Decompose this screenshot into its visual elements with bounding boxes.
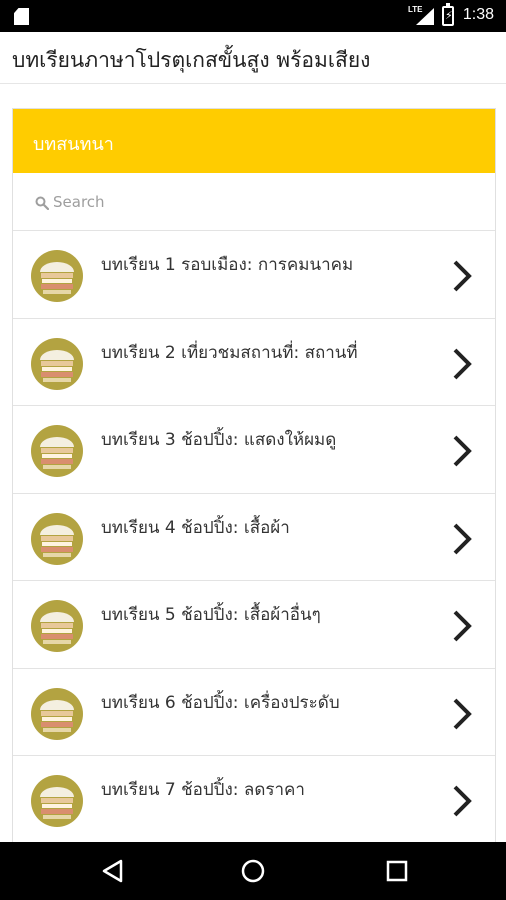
book-icon (31, 775, 83, 827)
chevron-right-icon (451, 784, 473, 818)
home-icon[interactable] (236, 854, 270, 888)
battery-icon: ⚡ (442, 3, 454, 26)
lesson-label: บทเรียน 5 ช้อปปิ้ง: เสื้อผ้าอื่นๆ (101, 605, 321, 625)
book-icon (31, 600, 83, 652)
app-title: บทเรียนภาษาโปรตุเกสขั้นสูง พร้อมเสียง (12, 48, 371, 72)
lesson-label: บทเรียน 4 ช้อปปิ้ง: เสื้อผ้า (101, 517, 290, 538)
card-header: บทสนทนา (13, 109, 495, 173)
lesson-item[interactable]: บทเรียน 6 ช้อปปิ้ง: เครื่องประดับ (13, 669, 495, 756)
chevron-right-icon (451, 259, 473, 293)
search-input[interactable] (53, 190, 453, 214)
chevron-right-icon (451, 434, 473, 468)
lesson-item[interactable]: บทเรียน 1 รอบเมือง: การคมนาคม (13, 231, 495, 319)
lesson-item[interactable]: บทเรียน 4 ช้อปปิ้ง: เสื้อผ้า (13, 494, 495, 581)
lesson-label: บทเรียน 6 ช้อปปิ้ง: เครื่องประดับ (101, 692, 340, 713)
lesson-item[interactable]: บทเรียน 5 ช้อปปิ้ง: เสื้อผ้าอื่นๆ (13, 581, 495, 669)
lesson-card: บทสนทนา บทเรียน 1 รอบเมือง: การคมนาคม บท… (12, 108, 496, 848)
chevron-right-icon (451, 347, 473, 381)
navigation-bar (0, 842, 506, 900)
lesson-label: บทเรียน 1 รอบเมือง: การคมนาคม (101, 255, 354, 275)
lesson-label: บทเรียน 7 ช้อปปิ้ง: ลดราคา (101, 780, 305, 800)
lesson-item[interactable]: บทเรียน 3 ช้อปปิ้ง: แสดงให้ผมดู (13, 406, 495, 494)
chevron-right-icon (451, 522, 473, 556)
back-icon[interactable] (96, 854, 130, 888)
lesson-list: บทเรียน 1 รอบเมือง: การคมนาคม บทเรียน 2 … (13, 231, 495, 844)
recents-icon[interactable] (380, 854, 414, 888)
app-bar: บทเรียนภาษาโปรตุเกสขั้นสูง พร้อมเสียง (0, 32, 506, 84)
book-icon (31, 687, 83, 740)
book-icon (31, 512, 83, 565)
status-time: 1:38 (462, 6, 494, 23)
status-bar: LTE ⚡ 1:38 (0, 0, 506, 32)
lesson-label: บทเรียน 2 เที่ยวชมสถานที่: สถานที่ (101, 342, 358, 363)
search-icon (35, 195, 50, 211)
lesson-label: บทเรียน 3 ช้อปปิ้ง: แสดงให้ผมดู (101, 430, 337, 450)
lesson-item[interactable]: บทเรียน 7 ช้อปปิ้ง: ลดราคา (13, 756, 495, 844)
chevron-right-icon (451, 697, 473, 731)
sd-card-icon (14, 8, 29, 25)
book-icon (31, 250, 83, 302)
lesson-item[interactable]: บทเรียน 2 เที่ยวชมสถานที่: สถานที่ (13, 319, 495, 406)
chevron-right-icon (451, 609, 473, 643)
book-icon (31, 337, 83, 390)
network-type: LTE (408, 5, 423, 14)
book-icon (31, 425, 83, 477)
card-header-label: บทสนทนา (33, 134, 114, 155)
search-bar[interactable] (13, 173, 495, 231)
